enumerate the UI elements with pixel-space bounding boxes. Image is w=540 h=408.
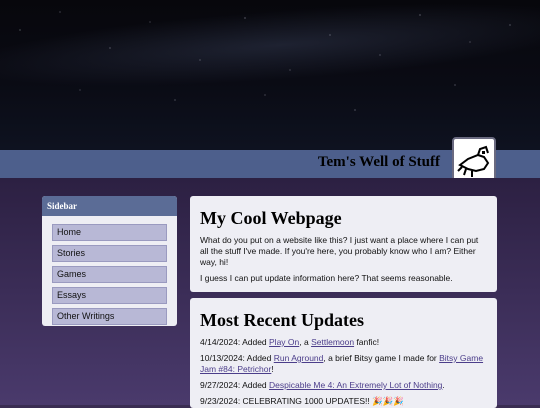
intro-heading: My Cool Webpage <box>200 208 342 228</box>
sidebar-item-essays[interactable]: Essays <box>52 287 167 304</box>
intro-card: My Cool Webpage What do you put on a web… <box>190 196 497 292</box>
update-text: . <box>442 380 445 390</box>
update-item: 9/23/2024: CELEBRATING 1000 UPDATES!! 🎉🎉… <box>200 396 404 406</box>
update-text: 10/13/2024: Added <box>200 353 274 363</box>
sidebar-title: Sidebar <box>42 196 177 216</box>
update-link[interactable]: Settlemoon <box>311 337 354 347</box>
sidebar: Sidebar Home Stories Games Essays Other … <box>42 196 177 326</box>
update-item: 10/13/2024: Added Run Aground, a brief B… <box>200 353 487 375</box>
logo[interactable] <box>452 137 496 183</box>
update-text: , a brief Bitsy game I made for <box>323 353 440 363</box>
starry-sky-banner <box>0 0 540 150</box>
stars <box>0 0 540 150</box>
update-text: 4/14/2024: Added <box>200 337 270 347</box>
updates-card: Most Recent Updates 4/14/2024: Added Pla… <box>190 298 497 408</box>
update-text: , a <box>299 337 312 347</box>
intro-paragraph-1: What do you put on a website like this? … <box>200 235 479 267</box>
sidebar-item-games[interactable]: Games <box>52 266 167 283</box>
update-text: 9/27/2024: Added <box>200 380 270 390</box>
pixel-bird-icon <box>457 145 490 177</box>
update-item: 4/14/2024: Added Play On, a Settlemoon f… <box>200 337 487 348</box>
update-text: ! <box>271 364 274 374</box>
update-link[interactable]: Play On <box>269 337 299 347</box>
update-link[interactable]: Run Aground <box>274 353 324 363</box>
update-item: 9/27/2024: Added Despicable Me 4: An Ext… <box>200 380 487 391</box>
update-link[interactable]: Despicable Me 4: An Extremely Lot of Not… <box>269 380 442 390</box>
sidebar-nav: Home Stories Games Essays Other Writings <box>52 224 167 325</box>
updates-heading: Most Recent Updates <box>200 310 364 330</box>
site-title: Tem's Well of Stuff <box>317 154 440 170</box>
update-text: fanfic! <box>354 337 380 347</box>
sidebar-item-home[interactable]: Home <box>52 224 167 241</box>
intro-paragraph-2: I guess I can put update information her… <box>200 273 453 283</box>
sidebar-item-stories[interactable]: Stories <box>52 245 167 262</box>
sidebar-item-other-writings[interactable]: Other Writings <box>52 308 167 325</box>
